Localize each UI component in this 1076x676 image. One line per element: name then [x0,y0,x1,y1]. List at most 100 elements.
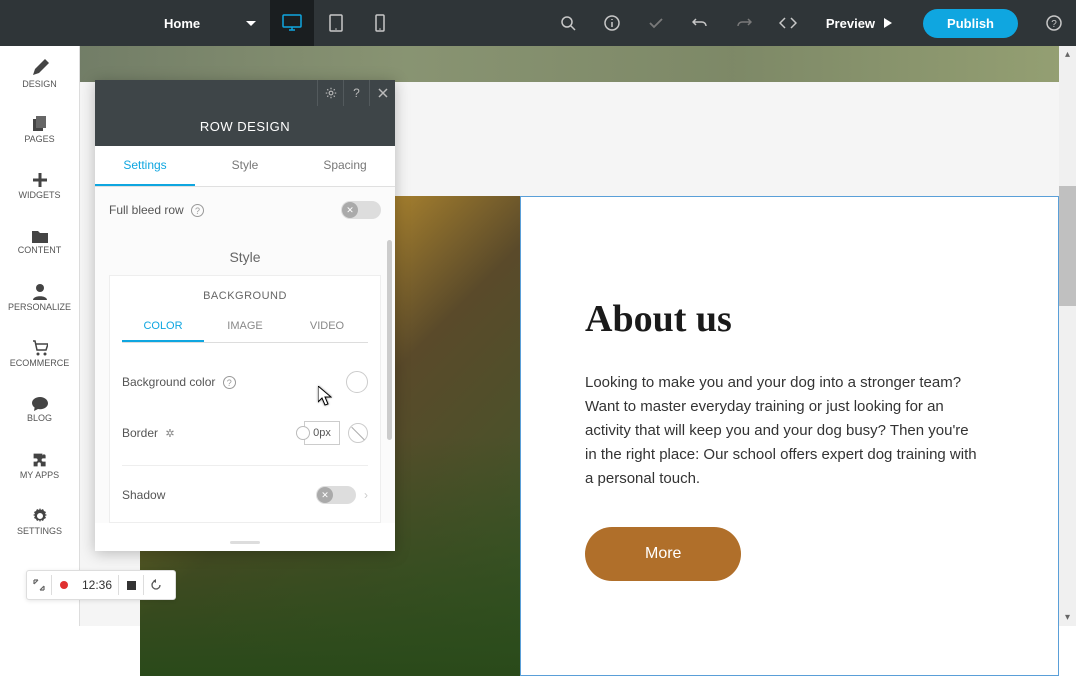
sidebar-item-settings[interactable]: SETTINGS [0,494,79,550]
record-dot-icon [60,581,68,589]
info-button[interactable] [590,0,634,46]
hero-image-strip [80,46,1059,82]
person-icon [33,284,47,300]
gear-icon [325,87,337,99]
folder-icon [32,229,48,243]
border-reset-button[interactable] [348,423,368,443]
sidebar-item-design[interactable]: DESIGN [0,46,79,102]
panel-resize-grip[interactable] [95,533,395,551]
scroll-down-arrow[interactable]: ▾ [1059,609,1076,626]
sidebar-item-content[interactable]: CONTENT [0,214,79,270]
desktop-device-button[interactable] [270,0,314,46]
background-heading: BACKGROUND [122,290,368,302]
shadow-label: Shadow [122,488,165,502]
scroll-up-arrow[interactable]: ▴ [1059,46,1076,63]
redo-button[interactable] [722,0,766,46]
sidebar-item-label: PAGES [24,134,54,144]
code-icon [779,16,797,30]
restart-icon [150,579,162,591]
sidebar-item-ecommerce[interactable]: ECOMMERCE [0,326,79,382]
recording-time: 12:36 [76,578,118,592]
vertical-scrollbar[interactable]: ▴ ▾ [1059,46,1076,626]
info-icon [604,15,620,31]
panel-settings-button[interactable] [317,80,343,106]
sidebar-item-label: DESIGN [22,79,57,89]
sidebar-item-widgets[interactable]: WIDGETS [0,158,79,214]
preview-button[interactable]: Preview [810,0,909,46]
sidebar-item-personalize[interactable]: PERSONALIZE [0,270,79,326]
full-bleed-label: Full bleed row ? [109,203,204,218]
left-sidebar: DESIGN PAGES WIDGETS CONTENT PERSONALIZE… [0,46,80,626]
scroll-thumb[interactable] [1059,186,1076,306]
recording-bar: 12:36 [26,570,176,600]
page-selector[interactable]: Home [150,0,270,46]
bg-color-label-wrap: Background color ? [122,375,236,390]
tab-spacing[interactable]: Spacing [295,146,395,186]
row-design-panel: ? ROW DESIGN Settings Style Spacing Full… [95,80,395,551]
gear-icon [32,508,48,524]
restart-recording-button[interactable] [144,570,168,600]
toggle-knob-off: ✕ [317,487,333,503]
about-paragraph[interactable]: Looking to make you and your dog into a … [585,371,978,491]
sidebar-item-label: CONTENT [18,245,62,255]
toggle-knob-off: ✕ [342,202,358,218]
slider-knob[interactable] [296,426,310,440]
svg-text:?: ? [1051,19,1057,30]
bg-color-swatch[interactable] [346,371,368,393]
sidebar-item-label: ECOMMERCE [10,358,70,368]
publish-button[interactable]: Publish [923,9,1018,38]
about-text-column[interactable]: About us Looking to make you and your do… [520,196,1059,676]
sidebar-item-label: BLOG [27,413,52,423]
sidebar-item-pages[interactable]: PAGES [0,102,79,158]
chevron-down-icon [246,21,256,26]
chevron-right-icon[interactable]: › [364,488,368,502]
border-slider-group: 0px [296,421,368,445]
panel-body: Full bleed row ? ✕ Style BACKGROUND COLO… [95,187,395,523]
subtab-color[interactable]: COLOR [122,312,204,342]
pencil-icon [31,59,49,77]
check-icon [648,15,664,31]
undo-button[interactable] [678,0,722,46]
tab-style[interactable]: Style [195,146,295,186]
full-bleed-toggle[interactable]: ✕ [341,201,381,219]
shadow-toggle[interactable]: ✕ [316,486,356,504]
chat-icon [32,397,48,411]
sidebar-item-blog[interactable]: BLOG [0,382,79,438]
tablet-device-button[interactable] [314,0,358,46]
topbar-right: Preview Publish ? [546,0,1076,46]
panel-close-button[interactable] [369,80,395,106]
background-card: BACKGROUND COLOR IMAGE VIDEO Background … [109,275,381,523]
stop-recording-button[interactable] [119,570,143,600]
panel-header-icons: ? [95,80,395,106]
help-icon[interactable]: ? [223,376,236,389]
sidebar-item-myapps[interactable]: MY APPS [0,438,79,494]
plus-icon [32,172,48,188]
redo-icon [736,15,752,31]
help-button[interactable]: ? [1032,0,1076,46]
preview-label: Preview [826,16,875,31]
puzzle-icon [32,452,48,468]
check-button[interactable] [634,0,678,46]
about-heading[interactable]: About us [585,297,978,341]
mobile-device-button[interactable] [358,0,402,46]
subtab-video[interactable]: VIDEO [286,312,368,342]
border-row: Border ✲ 0px [122,407,368,459]
close-icon [378,88,388,98]
more-button[interactable]: More [585,527,741,581]
top-toolbar: Home Preview [0,0,1076,46]
sidebar-item-label: MY APPS [20,470,59,480]
panel-help-button[interactable]: ? [343,80,369,106]
rec-toggle-button[interactable] [27,570,51,600]
search-button[interactable] [546,0,590,46]
help-icon: ? [1046,15,1062,31]
dev-mode-button[interactable] [766,0,810,46]
panel-scrollbar[interactable] [387,240,392,440]
gear-icon[interactable]: ✲ [165,428,174,440]
panel-tabs: Settings Style Spacing [95,146,395,187]
tab-settings[interactable]: Settings [95,146,195,186]
cart-icon [32,340,48,356]
page-selector-label: Home [164,16,200,31]
border-label-wrap: Border ✲ [122,426,175,440]
subtab-image[interactable]: IMAGE [204,312,286,342]
help-icon[interactable]: ? [191,204,204,217]
